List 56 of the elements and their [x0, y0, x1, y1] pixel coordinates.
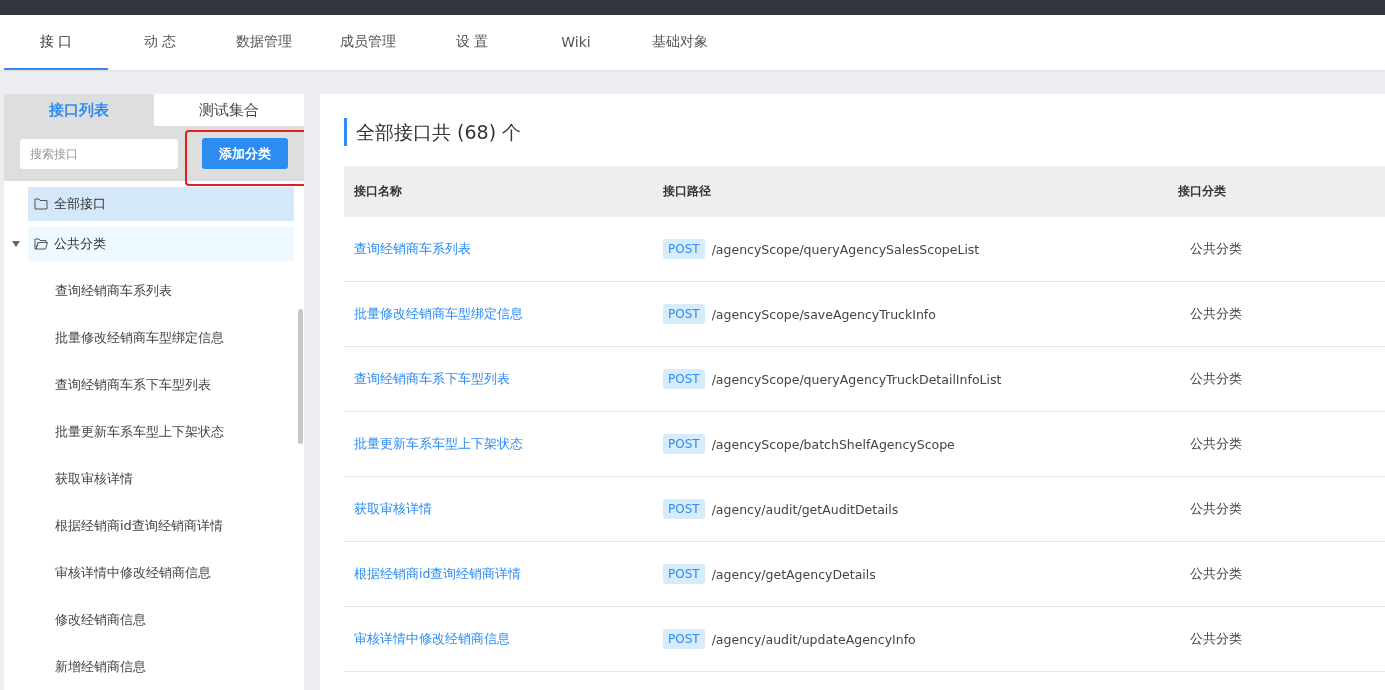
folder-icon — [34, 238, 48, 250]
api-name-link[interactable]: 批量修改经销商车型绑定信息 — [354, 305, 523, 323]
method-tag: POST — [663, 304, 705, 324]
tree-item[interactable]: 批量修改经销商车型绑定信息 — [8, 314, 294, 361]
folder-label: 全部接口 — [54, 195, 106, 213]
api-name-link[interactable]: 根据经销商id查询经销商详情 — [354, 565, 522, 583]
api-name-link[interactable]: 获取审核详情 — [354, 500, 432, 518]
category-text: 公共分类 — [1190, 305, 1242, 323]
method-tag: POST — [663, 564, 705, 584]
nav-tab[interactable]: 接 口 — [4, 15, 108, 70]
column-header: 接口分类 — [1168, 166, 1385, 217]
nav-tab[interactable]: 动 态 — [108, 15, 212, 70]
tree-item[interactable]: 修改经销商信息 — [8, 596, 294, 643]
method-tag: POST — [663, 434, 705, 454]
api-path: /agencyScope/saveAgencyTruckInfo — [711, 306, 936, 322]
api-path: /agency/getAgencyDetails — [711, 566, 876, 582]
api-name-link[interactable]: 审核详情中修改经销商信息 — [354, 630, 510, 648]
folder-label: 公共分类 — [54, 235, 106, 253]
api-path: /agencyScope/batchShelfAgencyScope — [711, 436, 955, 452]
nav-tab[interactable]: 成员管理 — [316, 15, 420, 70]
category-text: 公共分类 — [1190, 500, 1242, 518]
tree-item[interactable]: 获取审核详情 — [8, 455, 294, 502]
tree-folder[interactable]: 全部接口 — [28, 187, 294, 221]
category-text: 公共分类 — [1190, 370, 1242, 388]
api-name-link[interactable]: 查询经销商车系列表 — [354, 240, 471, 258]
tree-item[interactable]: 根据经销商id查询经销商详情 — [8, 502, 294, 549]
column-header: 接口名称 — [344, 166, 653, 217]
api-path: /agency/audit/updateAgencyInfo — [711, 631, 916, 647]
category-text: 公共分类 — [1190, 565, 1242, 583]
folder-icon — [34, 198, 48, 210]
nav-tab[interactable]: Wiki — [524, 15, 628, 70]
method-tag: POST — [663, 499, 705, 519]
nav-tab[interactable]: 数据管理 — [212, 15, 316, 70]
tree-item[interactable]: 查询经销商车系下车型列表 — [8, 361, 294, 408]
caret-icon[interactable] — [12, 241, 20, 247]
search-field[interactable]: 搜索接口 — [20, 138, 178, 169]
column-header: 接口路径 — [653, 166, 1168, 217]
tree-item[interactable]: 新增经销商信息 — [8, 643, 294, 690]
api-path: /agencyScope/queryAgencyTruckDetailInfoList — [711, 371, 1002, 387]
api-path: /agency/audit/getAuditDetails — [711, 501, 899, 517]
method-tag: POST — [663, 239, 705, 259]
nav-tab[interactable]: 设 置 — [420, 15, 524, 70]
tree-item[interactable]: 批量更新车系车型上下架状态 — [8, 408, 294, 455]
api-path: /agencyScope/queryAgencySalesScopeList — [711, 241, 980, 257]
category-text: 公共分类 — [1190, 630, 1242, 648]
method-tag: POST — [663, 369, 705, 389]
page-title: 全部接口共 (68) 个 — [344, 118, 1385, 146]
api-name-link[interactable]: 查询经销商车系下车型列表 — [354, 370, 510, 388]
category-text: 公共分类 — [1190, 435, 1242, 453]
scrollbar[interactable] — [298, 309, 303, 444]
category-text: 公共分类 — [1190, 240, 1242, 258]
method-tag: POST — [663, 629, 705, 649]
api-name-link[interactable]: 批量更新车系车型上下架状态 — [354, 435, 523, 453]
tree-item[interactable]: 查询经销商车系列表 — [8, 267, 294, 314]
nav-tab[interactable]: 基础对象 — [628, 15, 732, 70]
tree-item[interactable]: 审核详情中修改经销商信息 — [8, 549, 294, 596]
